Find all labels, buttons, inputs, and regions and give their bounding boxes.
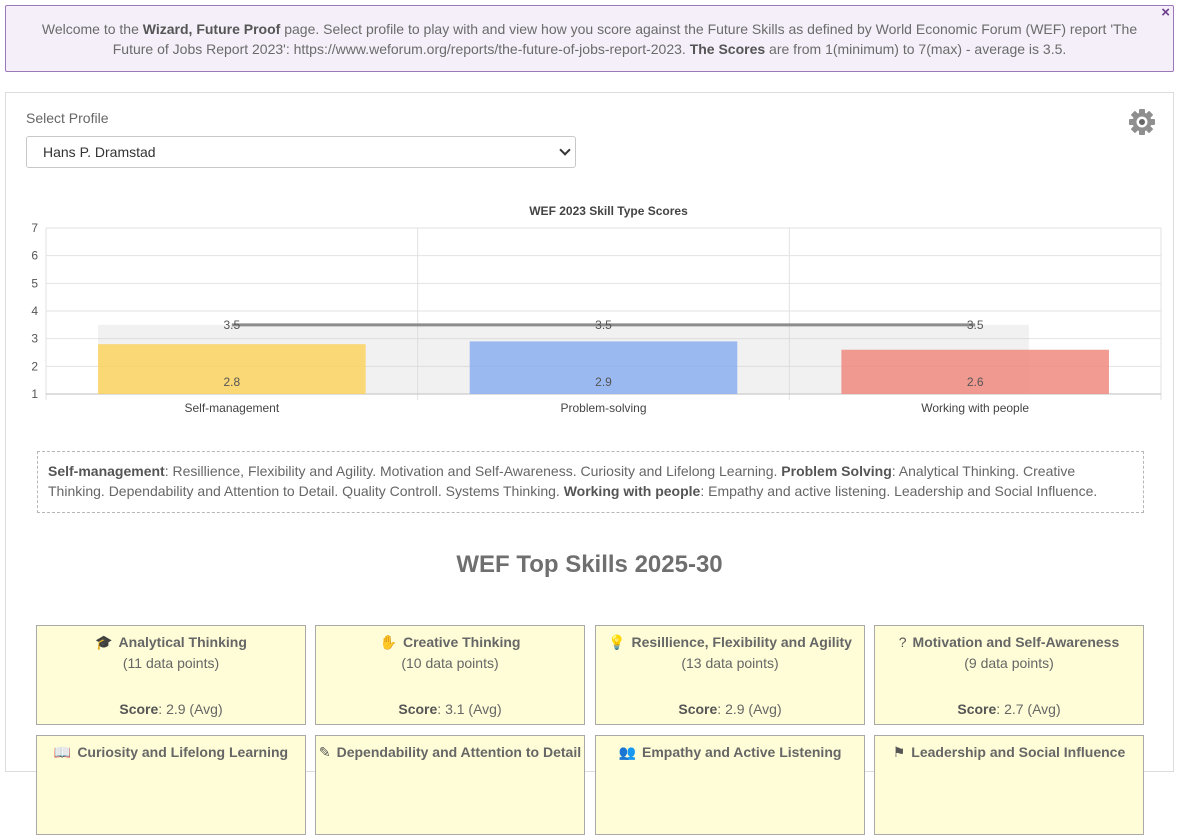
- book-icon: 📖: [53, 744, 72, 760]
- graduation-cap-icon: 🎓: [95, 634, 113, 650]
- desc-working-with-people: Working with people: [563, 483, 701, 499]
- y-tick-label: 3: [31, 332, 38, 346]
- x-tick-label: Self-management: [184, 401, 279, 415]
- profile-select[interactable]: Hans P. Dramstad: [26, 136, 576, 168]
- banner-scores-label: The Scores: [689, 41, 766, 57]
- bar-data-label: 2.6: [967, 375, 984, 389]
- welcome-banner: Welcome to the Wizard, Future Proof page…: [5, 5, 1174, 72]
- signpost-icon: ⚑: [892, 744, 906, 760]
- banner-page-name: Wizard, Future Proof: [142, 21, 281, 37]
- average-data-label: 3.5: [595, 318, 612, 332]
- skill-card-dependability[interactable]: ✎ Dependability and Attention to Detail: [315, 735, 585, 835]
- card-data-points: (11 data points): [122, 655, 220, 671]
- lightbulb-icon: 💡: [608, 634, 626, 650]
- chart-svg: WEF 2023 Skill Type Scores 1 2 3 4 5 6 7 2.8 Self…: [31, 204, 1162, 415]
- skill-card-motivation[interactable]: ? Motivation and Self-Awareness (9 data p…: [874, 625, 1144, 725]
- y-tick-label: 6: [31, 249, 38, 263]
- desc-problem-solving: Problem Solving: [781, 463, 892, 479]
- profile-selected-value: Hans P. Dramstad: [43, 144, 156, 160]
- card-score: Score: 2.7 (Avg): [957, 701, 1061, 717]
- hand-icon: ✋: [379, 634, 397, 650]
- desc-text-3: : Empathy and active listening. Leadersh…: [700, 483, 1098, 499]
- x-tick-label: Working with people: [921, 401, 1029, 415]
- top-skills-heading: WEF Top Skills 2025-30: [456, 551, 723, 578]
- skill-card-leadership[interactable]: ⚑ Leadership and Social Influence: [874, 735, 1144, 835]
- card-title: ⚑ Leadership and Social Influence: [892, 744, 1126, 760]
- y-tick-label: 2: [31, 359, 38, 373]
- desc-text-1: : Resillience, Flexibility and Agility. …: [164, 463, 782, 479]
- x-tick-label: Problem-solving: [560, 401, 646, 415]
- skill-card-analytical-thinking[interactable]: 🎓 Analytical Thinking (11 data points) Sc…: [36, 625, 306, 725]
- card-title: 📖 Curiosity and Lifelong Learning: [53, 744, 289, 760]
- pencil-icon: ✎: [318, 744, 331, 760]
- card-title: ? Motivation and Self-Awareness: [898, 634, 1120, 650]
- skill-card-creative-thinking[interactable]: ✋ Creative Thinking (10 data points) Scor…: [315, 625, 585, 725]
- question-icon: ?: [898, 634, 907, 650]
- card-score: Score: 2.9 (Avg): [678, 701, 782, 717]
- desc-self-management: Self-management: [48, 463, 165, 479]
- y-tick-label: 7: [31, 221, 38, 235]
- close-banner-button[interactable]: ×: [1161, 5, 1170, 21]
- average-data-label: 3.5: [967, 318, 984, 332]
- chevron-down-icon: [559, 144, 571, 156]
- people-icon: 👥: [618, 744, 637, 760]
- card-score: Score: 3.1 (Avg): [398, 701, 502, 717]
- card-title: ✎ Dependability and Attention to Detail: [318, 744, 582, 760]
- profile-label: Select Profile: [26, 110, 109, 126]
- y-tick-label: 1: [31, 387, 38, 401]
- card-score: Score: 2.9 (Avg): [119, 701, 223, 717]
- skill-card-empathy[interactable]: 👥 Empathy and Active Listening: [595, 735, 865, 835]
- average-data-label: 3.5: [223, 318, 240, 332]
- card-title: 👥 Empathy and Active Listening: [618, 744, 842, 760]
- skill-type-chart: WEF 2023 Skill Type Scores 1 2 3 4 5 6 7 2.8 Self…: [16, 197, 1166, 427]
- skill-type-description: Self-management: Resillience, Flexibilit…: [37, 451, 1144, 513]
- chart-title: WEF 2023 Skill Type Scores: [529, 204, 688, 218]
- skill-card-resillience[interactable]: 💡 Resillience, Flexibility and Agility (1…: [595, 625, 865, 725]
- card-title: ✋ Creative Thinking: [379, 634, 521, 650]
- card-data-points: (13 data points): [681, 655, 779, 671]
- main-panel: Select Profile Hans P. Dramstad WEF 2023…: [5, 92, 1174, 835]
- card-data-points: (10 data points): [401, 655, 499, 671]
- y-tick-label: 5: [31, 276, 38, 290]
- card-data-points: (9 data points): [964, 655, 1054, 671]
- bar-data-label: 2.8: [223, 375, 240, 389]
- card-title: 🎓 Analytical Thinking: [95, 634, 247, 650]
- banner-text-3: are from 1(minimum) to 7(max) - average …: [765, 41, 1067, 57]
- y-tick-label: 4: [31, 304, 38, 318]
- card-title: 💡 Resillience, Flexibility and Agility: [608, 634, 852, 650]
- skill-card-curiosity[interactable]: 📖 Curiosity and Lifelong Learning: [36, 735, 306, 835]
- gear-icon[interactable]: [1128, 108, 1156, 136]
- banner-text-1: Welcome to the: [41, 21, 143, 37]
- bar-data-label: 2.9: [595, 375, 612, 389]
